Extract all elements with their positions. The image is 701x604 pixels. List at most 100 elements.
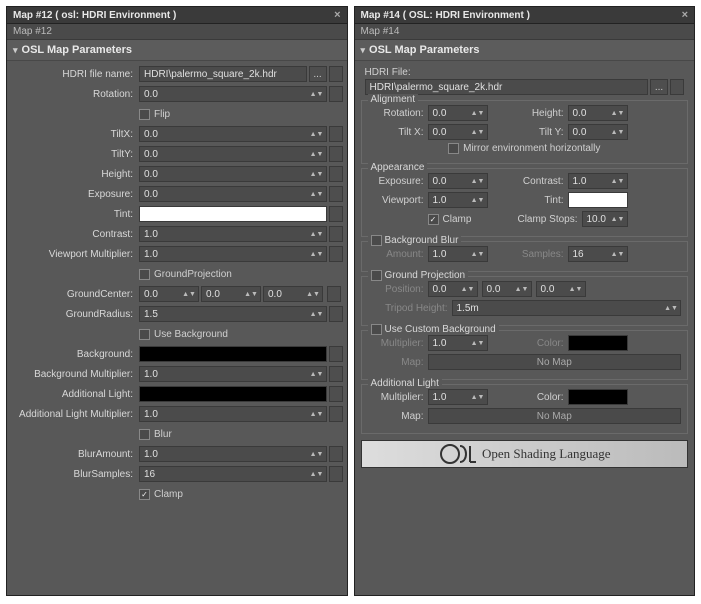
blamt-spinner[interactable]: 1.0▲▼ xyxy=(139,446,327,462)
alight-swatch[interactable] xyxy=(139,386,327,402)
pos-x-spinner[interactable]: 0.0▲▼ xyxy=(428,281,478,297)
vmult-spinner[interactable]: 1.0▲▼ xyxy=(139,246,327,262)
close-icon[interactable]: × xyxy=(334,9,340,21)
titlebar[interactable]: Map #14 ( OSL: HDRI Environment ) × xyxy=(355,7,695,24)
tint-swatch[interactable] xyxy=(568,192,628,208)
pos-y-spinner[interactable]: 0.0▲▼ xyxy=(482,281,532,297)
map-slot[interactable] xyxy=(329,126,343,142)
checkbox-icon[interactable] xyxy=(139,109,150,120)
spinner-arrows-icon[interactable]: ▲▼ xyxy=(184,292,194,297)
spinner-arrows-icon[interactable]: ▲▼ xyxy=(473,130,483,135)
color-swatch[interactable] xyxy=(568,335,628,351)
spinner-arrows-icon[interactable]: ▲▼ xyxy=(473,252,483,257)
spinner-arrows-icon[interactable]: ▲▼ xyxy=(571,287,581,292)
spinner-arrows-icon[interactable]: ▲▼ xyxy=(312,252,322,257)
checkbox-icon[interactable] xyxy=(139,429,150,440)
contrast-spinner[interactable]: 1.0▲▼ xyxy=(139,226,327,242)
samples-spinner[interactable]: 16▲▼ xyxy=(568,246,628,262)
map-slot[interactable] xyxy=(670,79,684,95)
spinner-arrows-icon[interactable]: ▲▼ xyxy=(666,306,676,311)
spinner-arrows-icon[interactable]: ▲▼ xyxy=(613,111,623,116)
checkbox-icon[interactable] xyxy=(371,270,382,281)
spinner-arrows-icon[interactable]: ▲▼ xyxy=(613,179,623,184)
map-slot[interactable] xyxy=(329,246,343,262)
tiltx-spinner[interactable]: 0.0▲▼ xyxy=(139,126,327,142)
map-slot[interactable] xyxy=(329,366,343,382)
clampstops-spinner[interactable]: 10.0▲▼ xyxy=(582,211,628,227)
spinner-arrows-icon[interactable]: ▲▼ xyxy=(312,172,322,177)
almult-spinner[interactable]: 1.0▲▼ xyxy=(139,406,327,422)
usebg-check[interactable]: Use Background xyxy=(139,329,228,340)
spinner-arrows-icon[interactable]: ▲▼ xyxy=(613,130,623,135)
flip-check[interactable]: Flip xyxy=(139,109,170,120)
spinner-arrows-icon[interactable]: ▲▼ xyxy=(312,192,322,197)
close-icon[interactable]: × xyxy=(682,9,688,21)
spinner-arrows-icon[interactable]: ▲▼ xyxy=(312,452,322,457)
spinner-arrows-icon[interactable]: ▲▼ xyxy=(246,292,256,297)
map-slot[interactable] xyxy=(329,466,343,482)
checkbox-icon[interactable] xyxy=(139,329,150,340)
spinner-arrows-icon[interactable]: ▲▼ xyxy=(473,341,483,346)
checkbox-icon[interactable] xyxy=(371,324,382,335)
spinner-arrows-icon[interactable]: ▲▼ xyxy=(517,287,527,292)
map-slot[interactable] xyxy=(329,306,343,322)
tint-swatch[interactable] xyxy=(139,206,327,222)
bgmult-spinner[interactable]: 1.0▲▼ xyxy=(139,366,327,382)
spinner-arrows-icon[interactable]: ▲▼ xyxy=(312,232,322,237)
contrast-spinner[interactable]: 1.0▲▼ xyxy=(568,173,628,189)
spinner-arrows-icon[interactable]: ▲▼ xyxy=(312,152,322,157)
bg-swatch[interactable] xyxy=(139,346,327,362)
groundproj-check[interactable]: GroundProjection xyxy=(139,269,232,280)
map-slot[interactable] xyxy=(329,226,343,242)
map-slot[interactable] xyxy=(329,146,343,162)
spinner-arrows-icon[interactable]: ▲▼ xyxy=(613,217,623,222)
map-slot[interactable] xyxy=(329,86,343,102)
checkbox-icon[interactable]: ✓ xyxy=(139,489,150,500)
rollup-header[interactable]: ▾ OSL Map Parameters xyxy=(355,40,695,61)
tripod-spinner[interactable]: 1.5m▲▼ xyxy=(452,300,682,316)
browse-button[interactable]: ... xyxy=(309,66,327,82)
spinner-arrows-icon[interactable]: ▲▼ xyxy=(473,395,483,400)
spinner-arrows-icon[interactable]: ▲▼ xyxy=(312,472,322,477)
map-button[interactable]: No Map xyxy=(428,354,682,370)
gcenter-y-spinner[interactable]: 0.0▲▼ xyxy=(201,286,261,302)
mult-spinner[interactable]: 1.0▲▼ xyxy=(428,335,488,351)
viewport-spinner[interactable]: 1.0▲▼ xyxy=(428,192,488,208)
checkbox-icon[interactable] xyxy=(371,235,382,246)
blsamp-spinner[interactable]: 16▲▼ xyxy=(139,466,327,482)
spinner-arrows-icon[interactable]: ▲▼ xyxy=(463,287,473,292)
rotation-spinner[interactable]: 0.0▲▼ xyxy=(139,86,327,102)
hdri-file-field[interactable]: HDRI\palermo_square_2k.hdr xyxy=(365,79,649,95)
exposure-spinner[interactable]: 0.0▲▼ xyxy=(139,186,327,202)
amount-spinner[interactable]: 1.0▲▼ xyxy=(428,246,488,262)
spinner-arrows-icon[interactable]: ▲▼ xyxy=(473,179,483,184)
map-slot[interactable] xyxy=(329,346,343,362)
mult-spinner[interactable]: 1.0▲▼ xyxy=(428,389,488,405)
pos-z-spinner[interactable]: 0.0▲▼ xyxy=(536,281,586,297)
rollup-header[interactable]: ▾ OSL Map Parameters xyxy=(7,40,347,61)
tilty-spinner[interactable]: 0.0▲▼ xyxy=(568,124,628,140)
exposure-spinner[interactable]: 0.0▲▼ xyxy=(428,173,488,189)
titlebar[interactable]: Map #12 ( osl: HDRI Environment ) × xyxy=(7,7,347,24)
spinner-arrows-icon[interactable]: ▲▼ xyxy=(308,292,318,297)
rotation-spinner[interactable]: 0.0▲▼ xyxy=(428,105,488,121)
mirror-check[interactable]: Mirror environment horizontally xyxy=(448,143,600,154)
checkbox-icon[interactable] xyxy=(448,143,459,154)
map-slot[interactable] xyxy=(329,166,343,182)
spinner-arrows-icon[interactable]: ▲▼ xyxy=(312,92,322,97)
height-spinner[interactable]: 0.0▲▼ xyxy=(568,105,628,121)
spinner-arrows-icon[interactable]: ▲▼ xyxy=(473,111,483,116)
map-slot[interactable] xyxy=(329,386,343,402)
hdri-file-field[interactable]: HDRI\palermo_square_2k.hdr xyxy=(139,66,307,82)
gradius-spinner[interactable]: 1.5▲▼ xyxy=(139,306,327,322)
spinner-arrows-icon[interactable]: ▲▼ xyxy=(312,372,322,377)
tiltx-spinner[interactable]: 0.0▲▼ xyxy=(428,124,488,140)
spinner-arrows-icon[interactable]: ▲▼ xyxy=(473,198,483,203)
blur-check[interactable]: Blur xyxy=(139,429,172,440)
checkbox-icon[interactable]: ✓ xyxy=(428,214,439,225)
gcenter-z-spinner[interactable]: 0.0▲▼ xyxy=(263,286,323,302)
map-slot[interactable] xyxy=(329,446,343,462)
clamp-check[interactable]: ✓Clamp xyxy=(428,214,488,225)
map-slot[interactable] xyxy=(329,186,343,202)
tilty-spinner[interactable]: 0.0▲▼ xyxy=(139,146,327,162)
